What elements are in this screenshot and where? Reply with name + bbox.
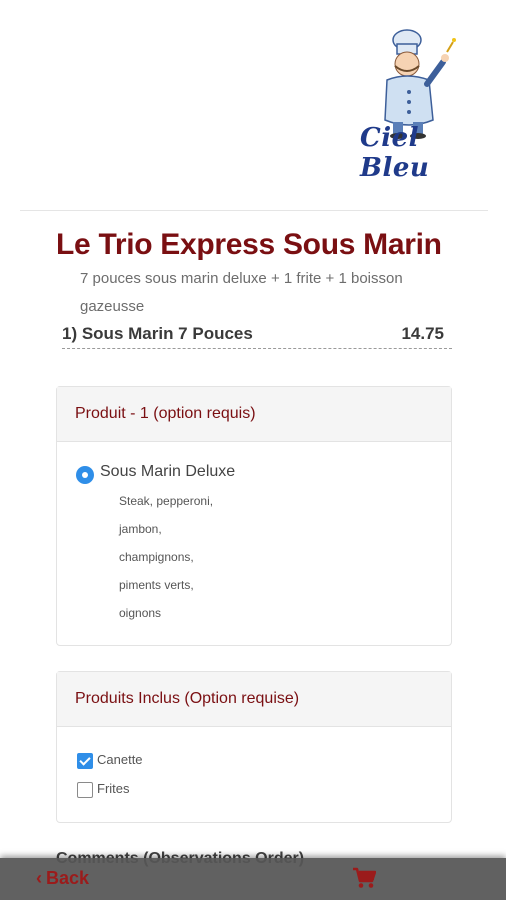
ingredient-line: oignons: [119, 606, 162, 620]
panel-heading: Produits Inclus (Option requise): [57, 672, 451, 727]
ingredients-list: Steak, pepperoni, jambon, champignons, p…: [119, 487, 213, 627]
checkbox-label: Canette: [97, 752, 143, 767]
bottom-action-bar: ‹ Back: [0, 858, 506, 900]
ingredient-line: piments verts,: [119, 578, 194, 592]
checkbox-checked-icon[interactable]: [77, 753, 93, 769]
ingredient-line: jambon,: [119, 522, 162, 536]
back-button[interactable]: ‹ Back: [36, 868, 89, 889]
checkbox-label: Frites: [97, 781, 130, 796]
chevron-left-icon: ‹: [36, 868, 42, 888]
option-label: Sous Marin Deluxe: [100, 463, 236, 480]
product-title: Le Trio Express Sous Marin: [56, 228, 442, 261]
checkbox-unchecked-icon[interactable]: [77, 782, 93, 798]
cart-icon[interactable]: [352, 867, 376, 889]
radio-selected-icon[interactable]: [77, 467, 93, 483]
product-options-panel: Produit - 1 (option requis) Sous Marin D…: [56, 386, 452, 646]
header-divider: [20, 210, 488, 211]
item-row: 1) Sous Marin 7 Pouces 14.75: [62, 322, 452, 349]
item-name: 1) Sous Marin 7 Pouces: [62, 324, 253, 343]
included-products-panel: Produits Inclus (Option requise) Canette…: [56, 671, 452, 823]
back-label: Back: [46, 868, 90, 888]
panel-heading: Produit - 1 (option requis): [57, 387, 451, 442]
item-price: 14.75: [401, 324, 444, 343]
ingredient-line: Steak, pepperoni,: [119, 494, 214, 508]
ingredient-line: champignons,: [119, 550, 194, 564]
logo-wordmark: Ciel Bleu: [360, 123, 430, 183]
product-description: 7 pouces sous marin deluxe + 1 frite + 1…: [80, 270, 403, 315]
